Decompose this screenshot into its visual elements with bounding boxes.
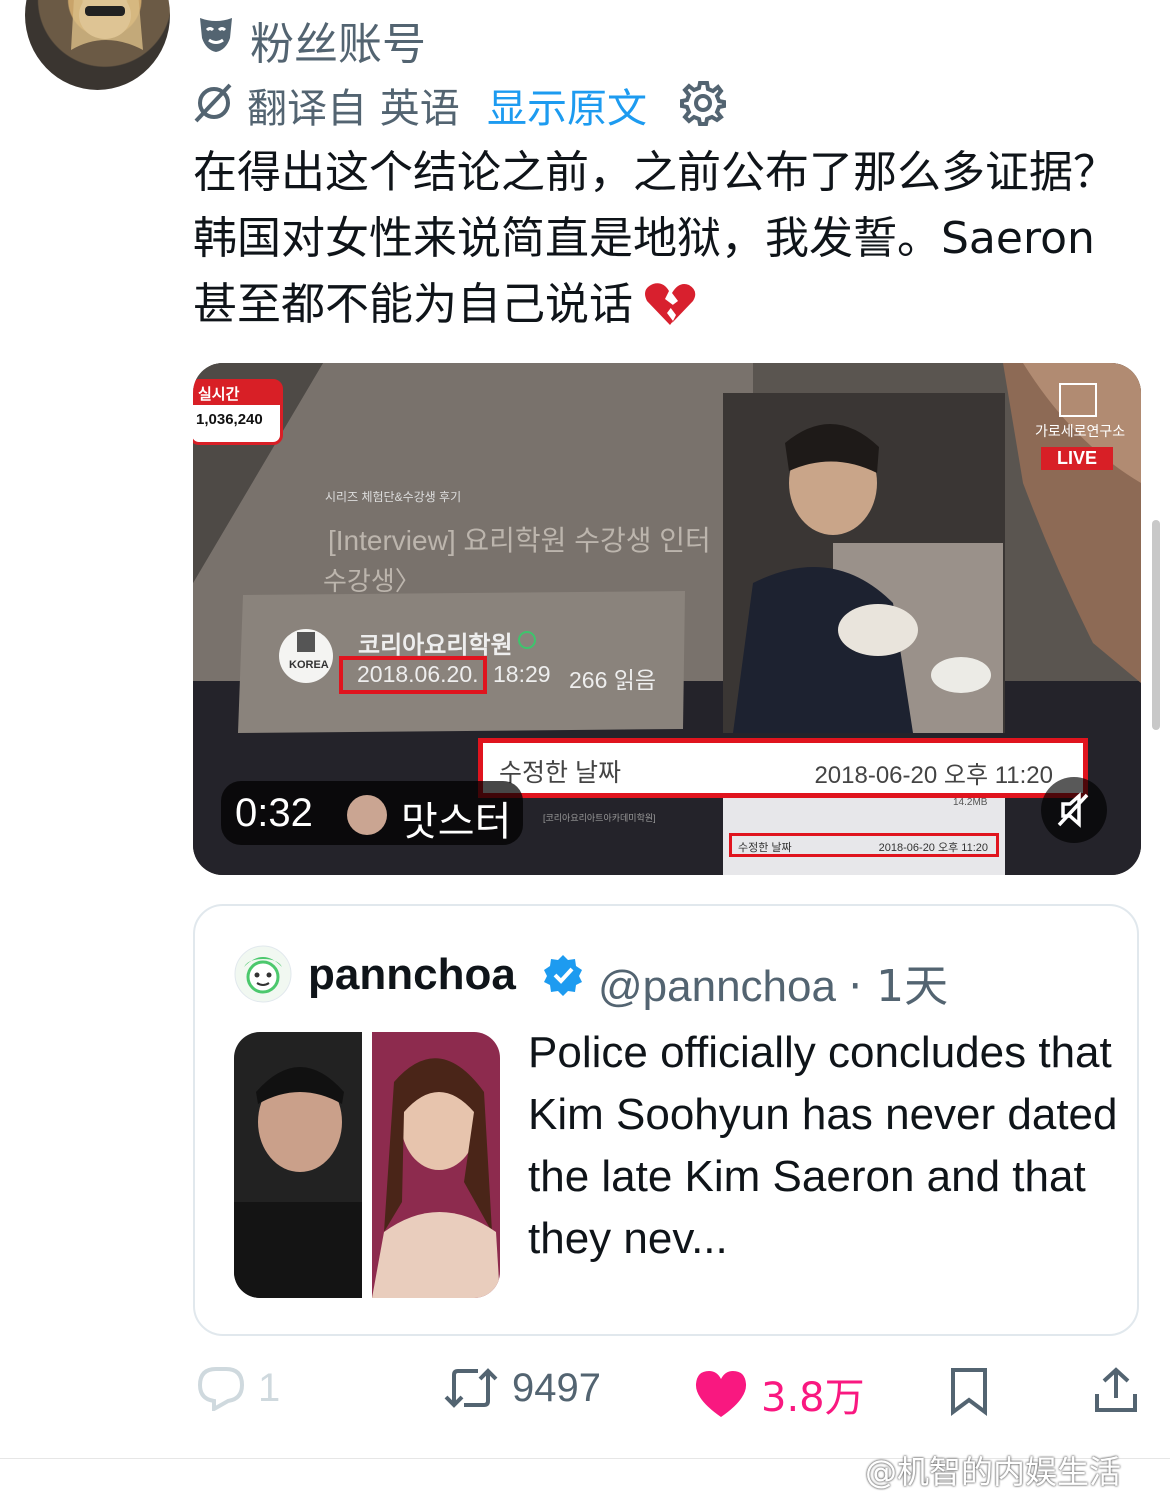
uploader-avatar — [347, 795, 387, 835]
reply-icon — [197, 1367, 245, 1411]
scrollbar[interactable] — [1152, 520, 1160, 730]
quote-time: · 1天 — [848, 961, 949, 1012]
translated-from-label: 翻译自 英语 — [247, 86, 460, 132]
modified-date-label: 수정한 날짜 — [499, 759, 621, 787]
live-viewer-label: 실시간 — [193, 382, 280, 405]
quote-thumbnail-image — [234, 1032, 500, 1298]
org-logo-text: KOREA — [289, 659, 329, 671]
small-file-size: 14.2MB — [953, 797, 988, 808]
small-source: [코리아요리아트아카데미학원] — [543, 813, 656, 823]
retweet-button[interactable]: 9497 — [442, 1365, 601, 1411]
quote-handle-text[interactable]: @pannchoa — [598, 962, 836, 1011]
like-button[interactable]: 3.8万 — [693, 1365, 865, 1423]
quote-text: Police officially concludes that Kim Soo… — [528, 1028, 1118, 1263]
tweet-text: 在得出这个结论之前，之前公布了那么多证据？韩国对女性来说简直是地狱，我发誓。Sa… — [193, 140, 1123, 338]
channel-name: 가로세로연구소 — [1035, 423, 1126, 439]
user-avatar[interactable] — [25, 0, 170, 90]
verified-check-icon — [518, 631, 536, 649]
account-name[interactable]: 粉丝账号 — [250, 8, 426, 72]
small-modified-value: 2018-06-20 오후 11:20 — [878, 842, 988, 854]
small-modified-label: 수정한 날짜 — [738, 842, 792, 854]
reply-button[interactable]: 1 — [196, 1365, 280, 1411]
heart-icon — [695, 1371, 747, 1417]
bookmark-icon[interactable] — [945, 1366, 993, 1416]
mask-icon — [200, 18, 232, 52]
reply-count: 1 — [258, 1365, 281, 1410]
like-count: 3.8万 — [761, 1375, 865, 1421]
post-time: 18:29 — [493, 661, 551, 687]
watermark: @机智的内娱生活 — [865, 1453, 1122, 1491]
muted-speaker-icon — [1057, 792, 1089, 828]
uploader-name: 맛스터 — [401, 800, 512, 844]
show-original-link[interactable]: 显示原文 — [487, 76, 647, 134]
gear-icon[interactable] — [680, 80, 726, 126]
small-modified-box: 수정한 날짜 2018-06-20 오후 11:20 — [729, 833, 999, 857]
retweet-icon — [444, 1368, 498, 1408]
quote-author-handle[interactable]: @pannchoa · 1天 — [598, 950, 948, 1014]
quote-author-name[interactable]: pannchoa — [308, 950, 516, 1000]
share-icon[interactable] — [1093, 1366, 1139, 1416]
translate-icon — [194, 83, 232, 123]
post-date: 2018.06.20. — [357, 661, 479, 687]
post-reads: 266 읽음 — [569, 667, 657, 693]
modified-date-value: 2018-06-20 오후 11:20 — [814, 762, 1053, 789]
video-duration: 0:32 — [235, 791, 313, 835]
video-player[interactable]: 실시간 1,036,240 가로세로연구소 LIVE 시리즈 체험단&수강생 후… — [193, 363, 1141, 875]
live-badge: LIVE — [1041, 447, 1114, 470]
mute-button[interactable] — [1041, 777, 1107, 843]
channel-logo-icon — [1059, 383, 1097, 417]
broken-heart-icon — [645, 283, 696, 325]
post-title-cont: 수강생〉 — [323, 566, 421, 596]
retweet-count: 9497 — [512, 1365, 601, 1410]
quote-thumbnail[interactable] — [234, 1032, 500, 1298]
quote-avatar[interactable] — [234, 945, 292, 1003]
verified-badge-icon — [544, 955, 582, 996]
post-category: 시리즈 체험단&수강생 후기 — [325, 490, 462, 504]
modified-date-box: 수정한 날짜 2018-06-20 오후 11:20 — [478, 738, 1088, 798]
live-viewer-badge: 실시간 1,036,240 — [193, 379, 283, 445]
org-name: 코리아요리학원 — [358, 632, 513, 659]
live-viewer-count: 1,036,240 — [196, 411, 263, 428]
post-title: [Interview] 요리학원 수강생 인터 — [328, 525, 711, 556]
video-info-pill: 0:32 맛스터 — [221, 781, 523, 845]
